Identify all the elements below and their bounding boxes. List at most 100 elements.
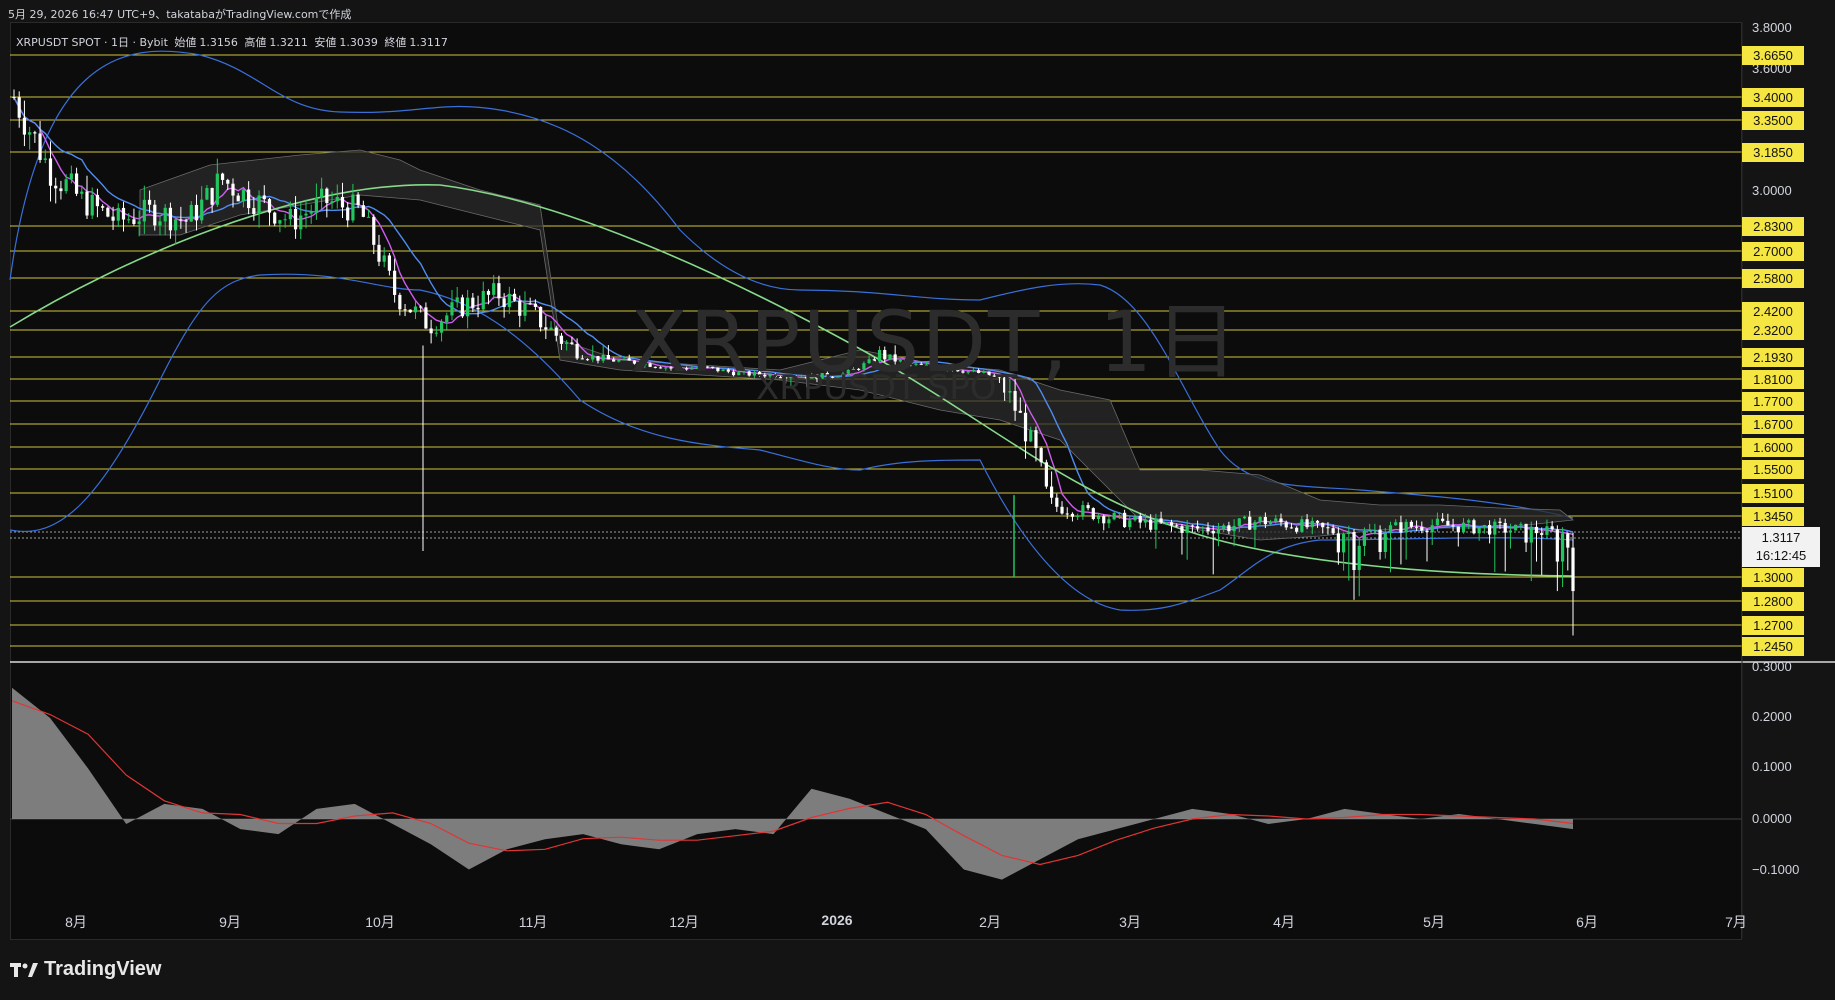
candle-body <box>1060 506 1064 514</box>
price-level-tag[interactable]: 1.2800 <box>1742 592 1804 611</box>
price-level-tag[interactable]: 2.3200 <box>1742 321 1804 340</box>
candle-body <box>1055 497 1059 507</box>
candle-body <box>1018 410 1022 413</box>
candle-body <box>1388 525 1393 533</box>
price-axis-plain-label: 3.8000 <box>1752 20 1792 35</box>
candle-body <box>346 207 350 221</box>
candle-body <box>1566 533 1570 548</box>
candle-body <box>288 208 292 220</box>
price-level-tag[interactable]: 2.8300 <box>1742 217 1804 236</box>
time-axis-label: 2月 <box>979 914 1001 930</box>
candle-body <box>1070 513 1075 517</box>
candle-body <box>486 291 491 295</box>
time-axis-label: 11月 <box>518 914 548 930</box>
price-level-tag[interactable]: 1.6000 <box>1742 438 1804 457</box>
candle-body <box>1081 505 1085 516</box>
candle-body <box>377 244 381 262</box>
candle-body <box>132 219 136 224</box>
candle-body <box>1487 525 1492 535</box>
candle-body <box>413 306 418 313</box>
candle-body <box>1305 519 1309 528</box>
price-level-tag[interactable]: 1.3000 <box>1742 568 1804 587</box>
candle-body <box>189 204 193 222</box>
price-level-tag[interactable]: 2.4200 <box>1742 302 1804 321</box>
price-level-tag[interactable]: 1.5500 <box>1742 460 1804 479</box>
candle-body <box>1368 530 1372 532</box>
candle-body <box>1029 430 1033 442</box>
candle-body <box>1341 534 1346 553</box>
candle-body <box>158 221 162 226</box>
price-level-tag[interactable]: 2.5800 <box>1742 269 1804 288</box>
price-level-tag[interactable]: 1.2700 <box>1742 616 1804 635</box>
candle-body <box>142 199 146 222</box>
chart-canvas[interactable] <box>0 0 1835 1000</box>
candle-body <box>252 208 256 215</box>
candle-body <box>1425 530 1429 533</box>
candle-body <box>1049 486 1054 498</box>
price-level-tag[interactable]: 1.7700 <box>1742 392 1804 411</box>
candle-body <box>596 355 600 361</box>
candle-body <box>1268 521 1273 525</box>
price-level-tag[interactable]: 2.1930 <box>1742 348 1804 367</box>
candle-body <box>1039 448 1043 463</box>
candle-body <box>1185 525 1189 533</box>
candle-body <box>606 355 611 360</box>
candle-body <box>309 211 313 214</box>
candle-body <box>101 206 105 208</box>
candle-body <box>1456 526 1460 533</box>
candle-body <box>257 195 261 215</box>
candle-body <box>205 188 209 200</box>
price-level-tag[interactable]: 1.6700 <box>1742 415 1804 434</box>
candle-body <box>424 307 428 329</box>
candle-body <box>544 327 548 330</box>
price-level-tag[interactable]: 3.4000 <box>1742 88 1804 107</box>
candle-body <box>601 355 605 361</box>
candle-body <box>1242 516 1247 519</box>
price-level-tag[interactable]: 2.7000 <box>1742 242 1804 261</box>
candle-body <box>1430 525 1434 533</box>
price-level-tag[interactable]: 3.1850 <box>1742 143 1804 162</box>
price-level-tag[interactable]: 3.3500 <box>1742 111 1804 130</box>
candle-body <box>507 293 511 308</box>
candle-body <box>1227 525 1231 532</box>
candle-body <box>356 194 360 206</box>
time-axis-label: 12月 <box>669 914 699 930</box>
candle-body <box>1164 522 1168 524</box>
candle-body <box>1117 512 1121 514</box>
price-level-tag[interactable]: 3.6650 <box>1742 46 1804 65</box>
candle-body <box>622 358 626 360</box>
candle-body <box>299 215 303 230</box>
time-axis-label: 3月 <box>1119 914 1141 930</box>
candle-body <box>419 306 423 308</box>
candle-body <box>1149 519 1153 530</box>
candle-body <box>1143 519 1148 523</box>
candle-body <box>1373 529 1377 531</box>
candle-body <box>241 189 246 202</box>
candle-body <box>1211 530 1215 534</box>
candle-body <box>17 97 21 118</box>
candle-body <box>1414 526 1419 528</box>
candle-body <box>1493 521 1497 535</box>
oscillator-axis-label: 0.0000 <box>1752 811 1792 826</box>
candle-body <box>74 173 79 194</box>
candle-body <box>1461 522 1466 533</box>
candle-body <box>466 297 470 317</box>
candle-body <box>1159 518 1163 523</box>
candle-body <box>539 306 543 328</box>
price-axis-plain-label: 3.0000 <box>1752 183 1792 198</box>
candle-body <box>231 183 235 196</box>
price-level-tag[interactable]: 1.8100 <box>1742 370 1804 389</box>
price-level-tag[interactable]: 1.5100 <box>1742 484 1804 503</box>
candle-body <box>48 158 53 186</box>
candle-body <box>184 220 188 222</box>
legend-symbol: XRPUSDT SPOT · 1日 · Bybit <box>16 36 168 49</box>
time-axis-label: 5月 <box>1423 914 1445 930</box>
candle-body <box>314 198 319 212</box>
candle-body <box>121 207 126 220</box>
candle-body <box>1383 532 1387 553</box>
price-level-tag[interactable]: 1.3450 <box>1742 507 1804 526</box>
signal-line <box>11 700 1574 866</box>
candle-body <box>1274 518 1278 522</box>
price-level-tag[interactable]: 1.2450 <box>1742 637 1804 656</box>
candle-body <box>1175 525 1179 527</box>
